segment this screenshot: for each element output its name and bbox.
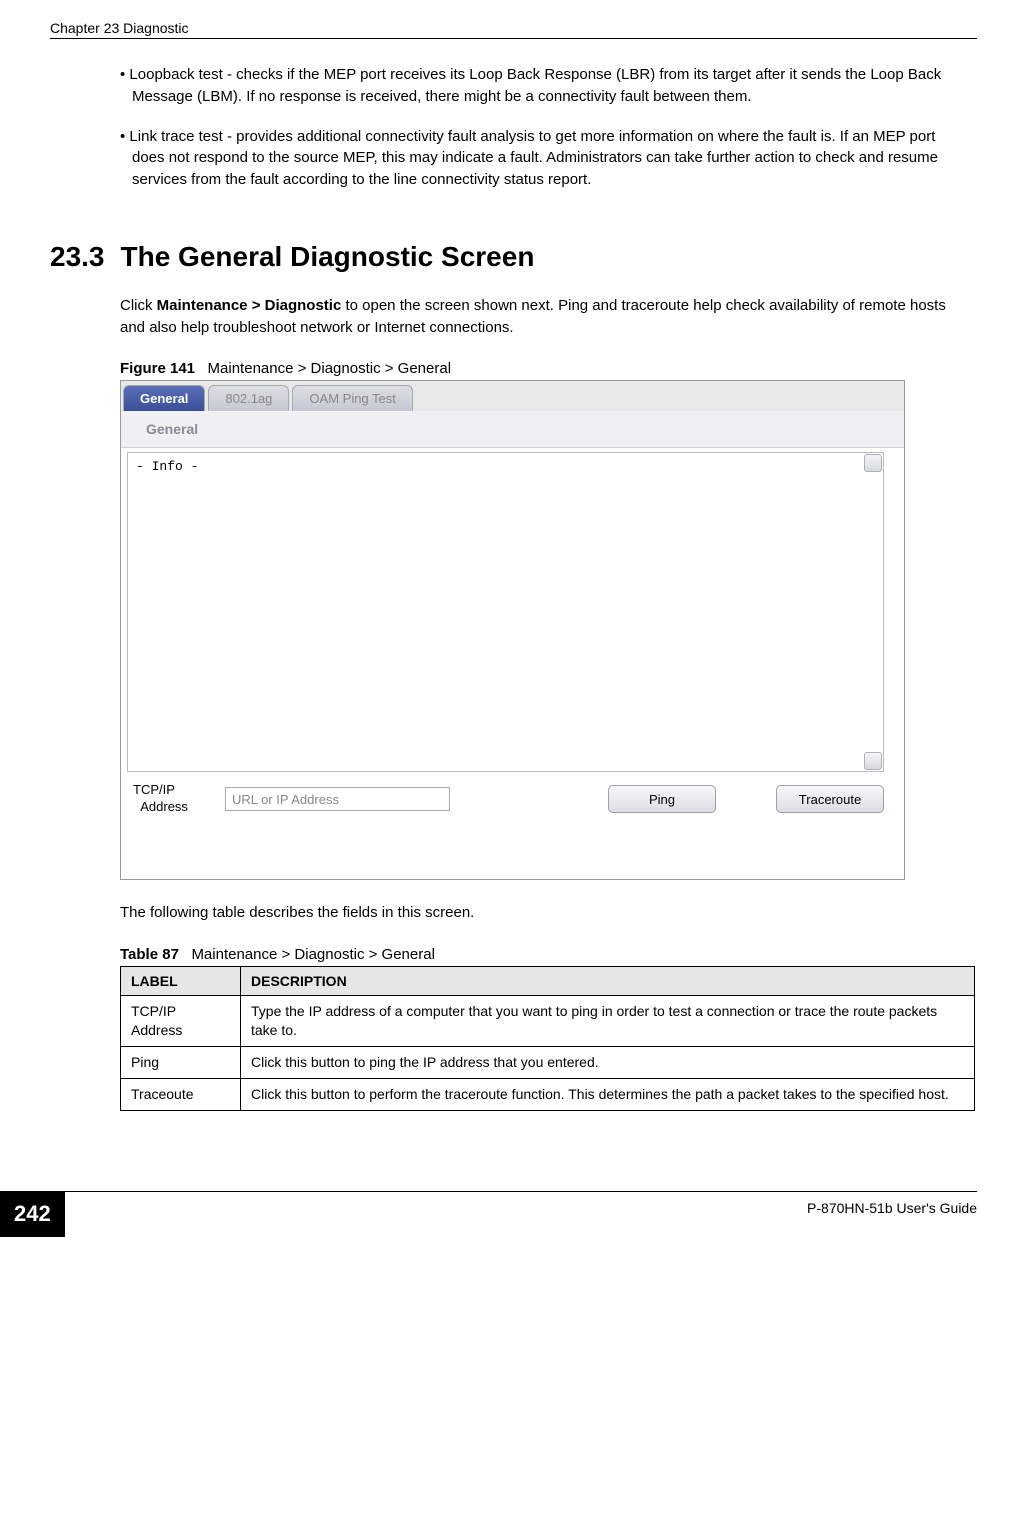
description-table: LABEL DESCRIPTION TCP/IP Address Type th… [120, 966, 975, 1111]
scroll-down-icon[interactable] [864, 752, 882, 770]
th-description: DESCRIPTION [241, 967, 975, 996]
cell-label: Traceoute [121, 1078, 241, 1110]
address-label: TCP/IP Address [133, 782, 215, 816]
ping-button[interactable]: Ping [608, 785, 716, 813]
tabs-row: General 802.1ag OAM Ping Test [121, 381, 904, 411]
table-row: Ping Click this button to ping the IP ad… [121, 1046, 975, 1078]
tab-oam-ping[interactable]: OAM Ping Test [292, 385, 412, 411]
table-row: TCP/IP Address Type the IP address of a … [121, 996, 975, 1047]
section-label-bar: General [121, 411, 904, 448]
scroll-up-icon[interactable] [864, 454, 882, 472]
bullet-loopback: Loopback test - checks if the MEP port r… [120, 64, 967, 108]
section-heading: 23.3 The General Diagnostic Screen [50, 241, 967, 273]
cell-label: TCP/IP Address [121, 996, 241, 1047]
screenshot-figure: General 802.1ag OAM Ping Test General - … [120, 380, 905, 880]
footer-guide-name: P-870HN-51b User's Guide [807, 1200, 977, 1216]
tab-8021ag[interactable]: 802.1ag [208, 385, 289, 411]
address-input[interactable] [225, 787, 450, 811]
cell-desc: Click this button to perform the tracero… [241, 1078, 975, 1110]
section-number: 23.3 [50, 241, 105, 272]
table-row: Traceoute Click this button to perform t… [121, 1078, 975, 1110]
cell-desc: Type the IP address of a computer that y… [241, 996, 975, 1047]
cell-label: Ping [121, 1046, 241, 1078]
tab-general[interactable]: General [123, 385, 205, 411]
chapter-header: Chapter 23 Diagnostic [50, 20, 977, 36]
table-caption: Table 87 Maintenance > Diagnostic > Gene… [120, 946, 967, 963]
page-number: 242 [0, 1191, 65, 1237]
input-row: TCP/IP Address Ping Traceroute [121, 776, 904, 826]
info-textarea: - Info - [127, 452, 884, 772]
traceroute-button[interactable]: Traceroute [776, 785, 884, 813]
section-intro: Click Maintenance > Diagnostic to open t… [120, 295, 967, 339]
th-label: LABEL [121, 967, 241, 996]
bullet-linktrace: Link trace test - provides additional co… [120, 126, 967, 191]
figure-caption: Figure 141 Maintenance > Diagnostic > Ge… [120, 360, 967, 377]
table-intro: The following table describes the fields… [120, 902, 967, 924]
cell-desc: Click this button to ping the IP address… [241, 1046, 975, 1078]
info-text: - Info - [136, 459, 198, 474]
page-footer: 242 P-870HN-51b User's Guide [50, 1191, 977, 1241]
section-title: The General Diagnostic Screen [121, 241, 535, 272]
